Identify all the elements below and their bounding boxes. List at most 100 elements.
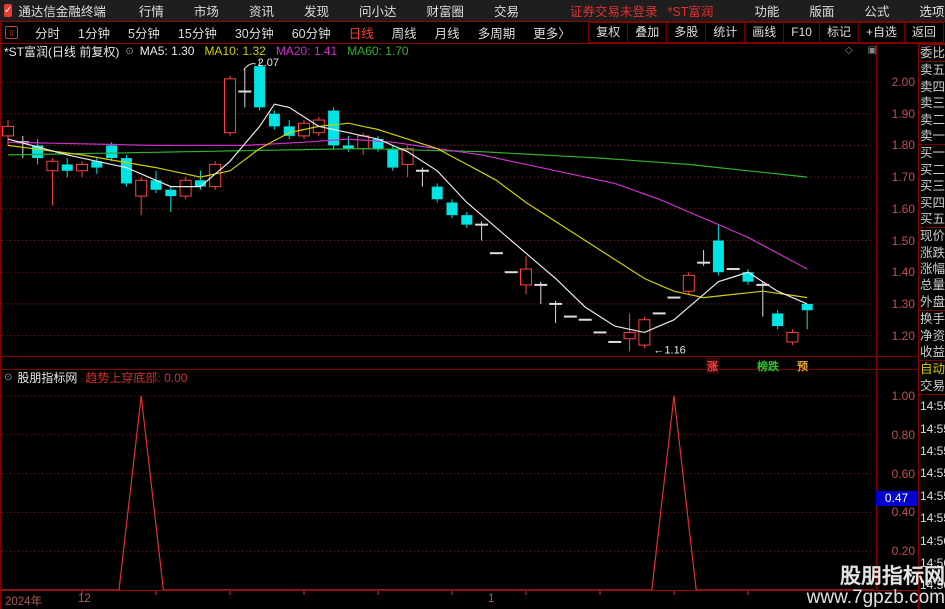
quote-row-17: 净资 (919, 328, 945, 344)
quote-row-1: 卖五 (919, 61, 945, 78)
price-axis-label: 1.90 (877, 107, 915, 121)
tick-time-row: 14:55 (919, 394, 945, 417)
quote-row-7: 买二 (919, 162, 945, 178)
candle-up (787, 332, 798, 342)
chart-corner-icons[interactable]: ◇ ▣ (845, 45, 883, 56)
candle-down (772, 313, 783, 326)
indicator-collapse-icon[interactable]: ⊙ (4, 372, 12, 383)
frame-left-border (0, 21, 1, 609)
indicator-name-value: 趋势上穿底部: 0.00 (85, 369, 187, 386)
tdx-terminal-window: ✓ 通达信金融终端 行情 市场 资讯 发现 问小达 财富圈 交易 证券交易未登录… (0, 0, 945, 609)
low-price-annotation: ←1.16 (653, 344, 685, 356)
price-axis-label: 1.50 (877, 234, 915, 248)
candle-down (254, 66, 265, 107)
candle-up (624, 332, 635, 338)
candle-down (461, 215, 472, 225)
candle-up (402, 149, 413, 165)
candle-up (210, 164, 221, 186)
quote-row-15: 外盘 (919, 294, 945, 310)
main-chart-bottom-border (0, 356, 918, 357)
signal-axis-label: 1.00 (877, 389, 915, 403)
candle-down (802, 304, 813, 310)
ma60-label: MA60: 1.70 (347, 44, 408, 58)
price-axis-label: 1.80 (877, 138, 915, 152)
signal-axis-label: 0.40 (877, 505, 915, 519)
quote-row-2: 卖四 (919, 79, 945, 95)
candle-down (106, 145, 117, 158)
candle-up (47, 161, 58, 171)
watermark-site-name: 股朋指标网 (807, 566, 945, 588)
candle-up (683, 275, 694, 291)
quote-row-3: 卖三 (919, 95, 945, 111)
x-axis-year-label: 2024年 (5, 593, 42, 609)
kline-chart-canvas[interactable]: 2.07 ←1.16 (0, 0, 945, 609)
signal-series-line (2, 396, 874, 590)
quote-row-9: 买四 (919, 195, 945, 211)
signal-axis-label: 0.60 (877, 467, 915, 481)
ma10-label: MA10: 1.32 (204, 44, 265, 58)
x-axis-month1-label: 1 (488, 593, 494, 605)
tick-time-row: 14:55 (919, 485, 945, 507)
candle-down (165, 190, 176, 196)
quote-row-18: 收益 (919, 344, 945, 360)
tag-board-drop[interactable]: 榜跌 (756, 358, 780, 374)
price-axis-label: 1.40 (877, 265, 915, 279)
x-axis-month12-label: 12 (78, 593, 91, 605)
quote-row-16: 换手 (919, 310, 945, 327)
ma5-line (8, 104, 807, 332)
tag-limit-up[interactable]: 涨 (706, 358, 719, 374)
quote-row-11: 现价 (919, 227, 945, 244)
signal-axis-label: 0.20 (877, 544, 915, 558)
high-price-annotation: 2.07 (258, 57, 279, 69)
candle-down (343, 145, 354, 148)
chart-title: *ST富润(日线 前复权) (4, 43, 119, 60)
quote-side-column[interactable]: 委比卖五卖四卖三卖二卖一买一买二买三买四买五现价涨跌涨幅总量外盘换手净资收益自动… (919, 44, 945, 609)
indicator-source: 股朋指标网 (17, 369, 77, 386)
signal-axis-label: 0.80 (877, 428, 915, 442)
chart-title-row: *ST富润(日线 前复权) ⊙ MA5: 1.30 MA10: 1.32 MA2… (4, 44, 409, 58)
candle-down (387, 149, 398, 168)
candle-down (447, 202, 458, 215)
quote-row-13: 涨幅 (919, 261, 945, 277)
candle-up (521, 269, 532, 285)
tick-time-row: 14:56 (919, 530, 945, 552)
candle-up (3, 126, 14, 136)
candle-down (62, 164, 73, 170)
quote-row-14: 总量 (919, 277, 945, 293)
indicator-header: ⊙ 股朋指标网 趋势上穿底部: 0.00 (4, 371, 187, 384)
price-axis-label: 1.20 (877, 329, 915, 343)
watermark-site-url: www.7gpzb.com (807, 588, 945, 608)
ma20-label: MA20: 1.41 (276, 44, 337, 58)
quote-row-4: 卖二 (919, 112, 945, 128)
tick-time-row: 14:55 (919, 440, 945, 462)
auto-trade-label[interactable]: 自动 (919, 360, 945, 377)
auto-trade-label[interactable]: 交易 (919, 378, 945, 394)
candle-up (180, 180, 191, 196)
tag-forecast[interactable]: 预 (796, 358, 809, 374)
quote-row-8: 买三 (919, 178, 945, 194)
quote-row-6: 买一 (919, 144, 945, 161)
tick-time-row: 14:55 (919, 507, 945, 529)
candle-down (432, 187, 443, 200)
price-axis-label: 1.30 (877, 297, 915, 311)
tick-time-row: 14:55 (919, 462, 945, 484)
quote-row-12: 涨跌 (919, 245, 945, 261)
collapse-circle-icon[interactable]: ⊙ (125, 46, 133, 57)
price-axis-label: 2.00 (877, 75, 915, 89)
ma5-label: MA5: 1.30 (140, 44, 195, 58)
price-axis-label: 1.60 (877, 202, 915, 216)
candle-up (136, 180, 147, 196)
candle-up (77, 164, 88, 170)
site-watermark: 股朋指标网 www.7gpzb.com (807, 566, 945, 608)
x-axis-line (0, 590, 918, 591)
price-axis-label: 1.70 (877, 170, 915, 184)
candle-down (713, 241, 724, 273)
high-annotation-leader (244, 64, 256, 70)
candle-down (269, 114, 280, 127)
quote-row-5: 卖一 (919, 128, 945, 144)
candle-up (225, 79, 236, 133)
quote-row-0: 委比 (919, 44, 945, 61)
quote-row-10: 买五 (919, 211, 945, 227)
candle-up (358, 136, 369, 149)
tick-time-row: 14:55 (919, 418, 945, 440)
